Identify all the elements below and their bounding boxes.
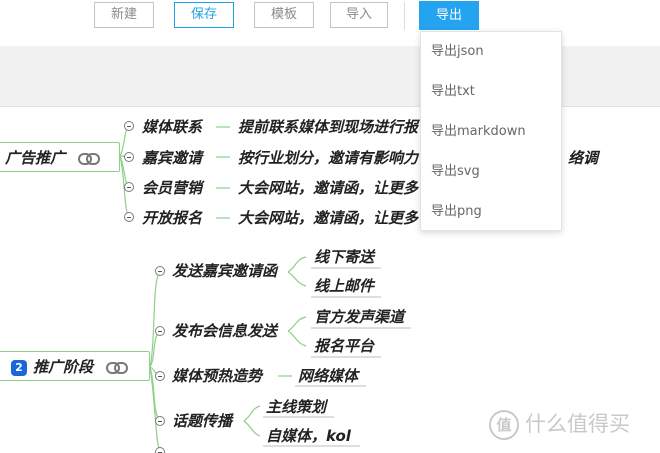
node-sub[interactable]: 主线策划 (266, 397, 326, 417)
export-dropdown-menu: 导出json 导出txt 导出markdown 导出svg 导出png (420, 31, 562, 231)
node-media-warmup[interactable]: 媒体预热造势 (172, 366, 262, 386)
watermark-text: 什么值得买 (525, 412, 630, 436)
import-button[interactable]: 导入 (330, 2, 388, 28)
collapse-toggle[interactable] (155, 416, 165, 426)
watermark-logo-icon: 值 (489, 410, 519, 440)
node-open-registration[interactable]: 开放报名 (142, 208, 202, 228)
node-sub[interactable]: 线下寄送 (314, 247, 374, 267)
node-detail[interactable]: 大会网站，邀请函，让更多 (238, 178, 418, 198)
node-send-invitation[interactable]: 发送嘉宾邀请函 (172, 261, 277, 281)
save-button[interactable]: 保存 (174, 2, 234, 28)
collapse-toggle[interactable] (155, 447, 165, 453)
node-detail-tail[interactable]: 络调 (568, 148, 598, 168)
node-guest-invite[interactable]: 嘉宾邀请 (142, 148, 202, 168)
node-sub[interactable]: 报名平台 (314, 336, 374, 356)
collapse-toggle[interactable] (124, 182, 134, 192)
collapse-toggle[interactable] (124, 212, 134, 222)
node-sub[interactable]: 自媒体，kol (266, 426, 351, 446)
collapse-toggle[interactable] (124, 152, 134, 162)
link-icon[interactable] (78, 152, 101, 165)
watermark: 值什么值得买 (489, 408, 630, 440)
node-detail[interactable]: 大会网站，邀请函，让更多 (238, 208, 418, 228)
node-media-contact[interactable]: 媒体联系 (142, 117, 202, 137)
root-label: 广告推广 (5, 149, 66, 167)
priority-badge: 2 (11, 359, 27, 376)
new-button[interactable]: 新建 (94, 2, 154, 28)
node-member-marketing[interactable]: 会员营销 (142, 178, 202, 198)
export-markdown-item[interactable]: 导出markdown (421, 112, 561, 152)
node-detail[interactable]: 按行业划分，邀请有影响力 (238, 148, 418, 168)
collapse-toggle[interactable] (155, 371, 165, 381)
node-sub[interactable]: 网络媒体 (298, 366, 358, 386)
toolbar-separator (404, 2, 405, 30)
node-detail[interactable]: 提前联系媒体到现场进行报 (238, 117, 418, 137)
export-txt-item[interactable]: 导出txt (421, 72, 561, 112)
template-button[interactable]: 模板 (254, 2, 314, 28)
collapse-toggle[interactable] (155, 266, 165, 276)
node-topic-spread[interactable]: 话题传播 (172, 411, 232, 431)
node-sub[interactable]: 线上邮件 (314, 276, 374, 296)
export-svg-item[interactable]: 导出svg (421, 152, 561, 192)
collapse-toggle[interactable] (124, 121, 134, 131)
root-label: 推广阶段 (33, 358, 94, 376)
node-sub[interactable]: 官方发声渠道 (314, 307, 404, 327)
mindmap-root-ad-promotion[interactable]: 广告推广 (0, 142, 120, 172)
export-button[interactable]: 导出 (419, 1, 479, 30)
export-png-item[interactable]: 导出png (421, 192, 561, 232)
node-release-info[interactable]: 发布会信息发送 (172, 321, 277, 341)
mindmap-root-promotion-stage[interactable]: 2 推广阶段 (0, 351, 150, 381)
collapse-toggle[interactable] (155, 326, 165, 336)
export-json-item[interactable]: 导出json (421, 32, 561, 72)
link-icon[interactable] (106, 361, 129, 374)
